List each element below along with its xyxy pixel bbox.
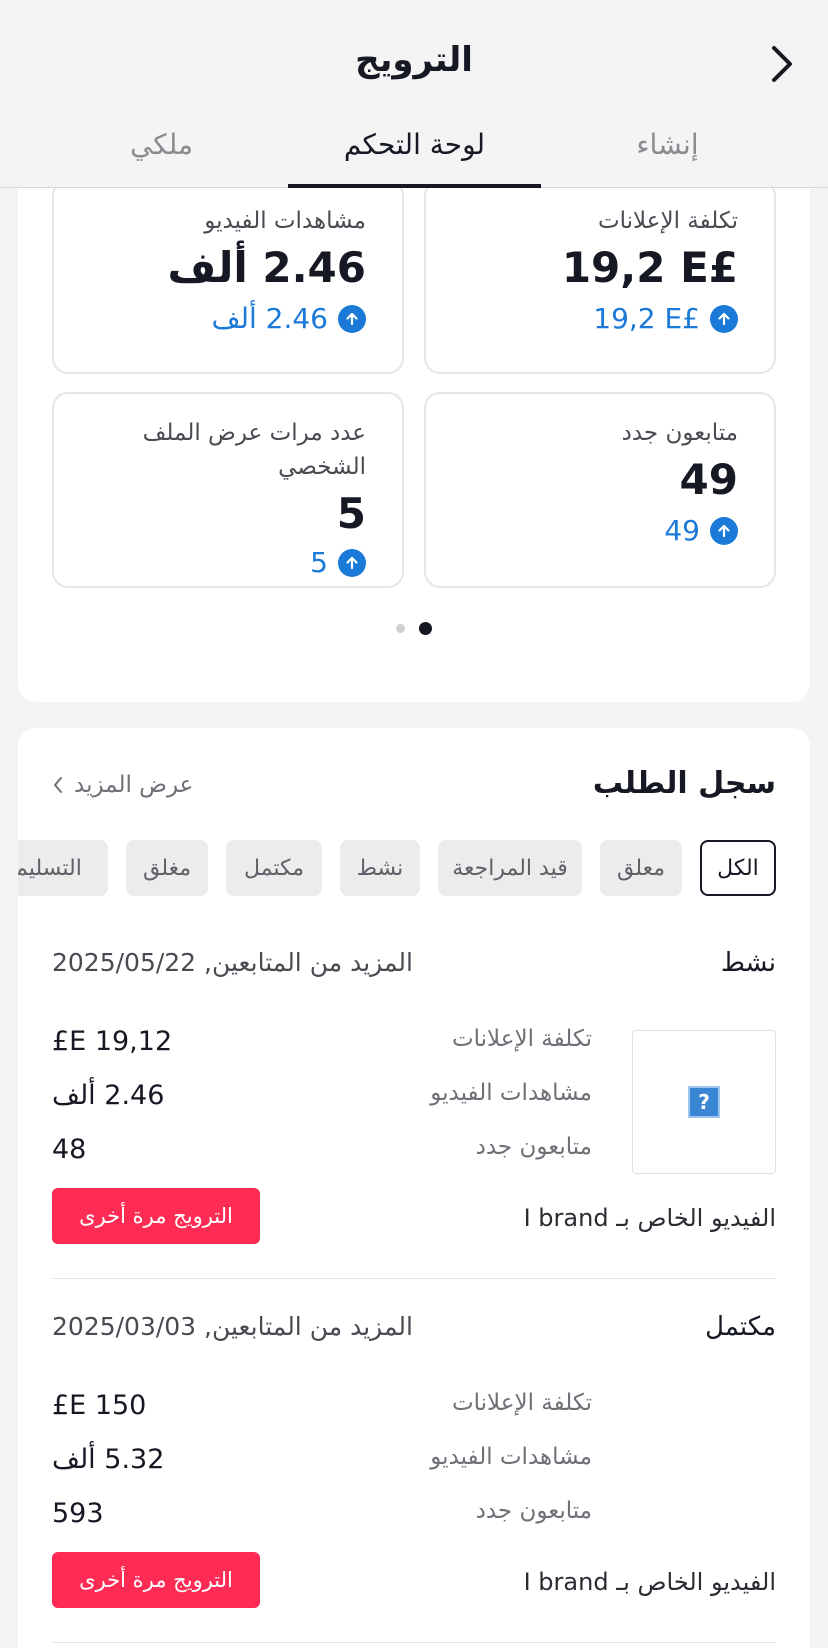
tab-bar: إنشاء لوحة التحكم ملكي bbox=[34, 118, 794, 188]
page-dot[interactable] bbox=[396, 624, 405, 633]
order-row-new-followers: متابعون جدد 593 bbox=[52, 1498, 592, 1538]
page-title: الترويج bbox=[355, 40, 473, 80]
metric-value: 5 bbox=[336, 489, 366, 538]
row-value: £E 150 bbox=[52, 1390, 147, 1421]
row-value: 593 bbox=[52, 1498, 104, 1529]
metric-label: تكلفة الإعلانات bbox=[597, 208, 738, 234]
header: الترويج إنشاء لوحة التحكم ملكي bbox=[0, 0, 828, 188]
section-title: سجل الطلب bbox=[592, 766, 776, 801]
promote-again-button[interactable]: الترويج مرة أخرى bbox=[52, 1552, 260, 1608]
row-label: متابعون جدد bbox=[475, 1134, 592, 1160]
filter-chip-in-review[interactable]: قيد المراجعة bbox=[438, 840, 582, 896]
metric-delta: 5 bbox=[90, 546, 366, 579]
row-label: مشاهدات الفيديو bbox=[430, 1080, 592, 1106]
page-dot-active[interactable] bbox=[419, 622, 432, 635]
order-status: نشط bbox=[720, 948, 776, 978]
row-value: 5.32 ألف bbox=[52, 1444, 165, 1475]
order-meta: المزيد من المتابعين, 2025/03/03 bbox=[52, 1312, 413, 1341]
row-value: 2.46 ألف bbox=[52, 1080, 165, 1111]
page-indicator bbox=[18, 622, 810, 635]
row-label: مشاهدات الفيديو bbox=[430, 1444, 592, 1470]
arrow-up-circle-icon bbox=[710, 304, 738, 333]
broken-image-icon: ? bbox=[688, 1086, 720, 1118]
metric-label: متابعون جدد bbox=[621, 420, 738, 446]
metric-card-video-views[interactable]: مشاهدات الفيديو 2.46 ألف 2.46 ألف bbox=[52, 180, 404, 374]
filter-chip-delivery[interactable]: التسليم bbox=[18, 840, 108, 896]
metric-delta-value: 5 bbox=[310, 546, 328, 579]
metric-delta: 19,2 E£ bbox=[462, 302, 738, 335]
metric-delta: 2.46 ألف bbox=[90, 302, 366, 335]
order-status: مكتمل bbox=[705, 1312, 776, 1342]
tab-dashboard[interactable]: لوحة التحكم bbox=[288, 118, 541, 188]
metric-card-profile-views[interactable]: عدد مرات عرض الملف الشخصي 5 5 bbox=[52, 392, 404, 588]
order-row-new-followers: متابعون جدد 48 bbox=[52, 1134, 592, 1174]
order-row-ad-cost: تكلفة الإعلانات £E 19,12 bbox=[52, 1026, 592, 1066]
metric-value: 2.46 ألف bbox=[167, 243, 366, 292]
filter-chip-completed[interactable]: مكتمل bbox=[226, 840, 322, 896]
filter-chip-all[interactable]: الكل bbox=[700, 840, 776, 896]
metric-card-ad-cost[interactable]: تكلفة الإعلانات 19,2 E£ 19,2 E£ bbox=[424, 180, 776, 374]
row-value: £E 19,12 bbox=[52, 1026, 173, 1057]
see-more-link[interactable]: عرض المزيد bbox=[52, 772, 193, 798]
order-row-ad-cost: تكلفة الإعلانات £E 150 bbox=[52, 1390, 592, 1430]
filter-chips: الكل معلق قيد المراجعة نشط مكتمل مغلق ال… bbox=[18, 840, 776, 898]
metric-label: مشاهدات الفيديو bbox=[204, 208, 366, 234]
video-thumbnail[interactable]: ? bbox=[632, 1030, 776, 1174]
filter-chip-closed[interactable]: مغلق bbox=[126, 840, 208, 896]
filter-chip-active[interactable]: نشط bbox=[340, 840, 420, 896]
metric-delta-value: 49 bbox=[664, 514, 700, 547]
divider bbox=[52, 1278, 776, 1279]
tab-mine[interactable]: ملكي bbox=[35, 118, 288, 188]
order-history-panel: سجل الطلب عرض المزيد الكل معلق قيد المرا… bbox=[18, 728, 810, 1648]
metrics-panel: تكلفة الإعلانات 19,2 E£ 19,2 E£ مشاهدات … bbox=[18, 120, 810, 702]
arrow-up-circle-icon bbox=[338, 548, 366, 577]
tab-create[interactable]: إنشاء bbox=[541, 118, 794, 188]
order-meta: المزيد من المتابعين, 2025/05/22 bbox=[52, 948, 413, 977]
order-item[interactable]: نشط المزيد من المتابعين, 2025/05/22 تكلف… bbox=[52, 948, 776, 1244]
chevron-left-icon bbox=[54, 777, 62, 793]
metric-delta-value: 2.46 ألف bbox=[211, 302, 328, 335]
arrow-up-circle-icon bbox=[338, 304, 366, 333]
arrow-up-circle-icon bbox=[710, 516, 738, 545]
row-label: تكلفة الإعلانات bbox=[451, 1390, 592, 1416]
metric-label: عدد مرات عرض الملف الشخصي bbox=[142, 420, 366, 480]
filter-chip-pending[interactable]: معلق bbox=[600, 840, 682, 896]
metric-value: 49 bbox=[679, 455, 738, 504]
order-item[interactable]: مكتمل المزيد من المتابعين, 2025/03/03 تك… bbox=[52, 1312, 776, 1608]
metric-delta: 49 bbox=[462, 514, 738, 547]
metric-delta-value: 19,2 E£ bbox=[593, 302, 700, 335]
video-label: الفيديو الخاص بـ I brand bbox=[523, 1568, 776, 1596]
order-row-video-views: مشاهدات الفيديو 2.46 ألف bbox=[52, 1080, 592, 1120]
row-value: 48 bbox=[52, 1134, 87, 1165]
row-label: تكلفة الإعلانات bbox=[451, 1026, 592, 1052]
divider bbox=[52, 1642, 776, 1643]
metric-card-new-followers[interactable]: متابعون جدد 49 49 bbox=[424, 392, 776, 588]
metric-value: 19,2 E£ bbox=[561, 243, 738, 292]
video-label: الفيديو الخاص بـ I brand bbox=[523, 1204, 776, 1232]
row-label: متابعون جدد bbox=[475, 1498, 592, 1524]
see-more-label: عرض المزيد bbox=[74, 772, 194, 798]
order-row-video-views: مشاهدات الفيديو 5.32 ألف bbox=[52, 1444, 592, 1484]
promote-again-button[interactable]: الترويج مرة أخرى bbox=[52, 1188, 260, 1244]
